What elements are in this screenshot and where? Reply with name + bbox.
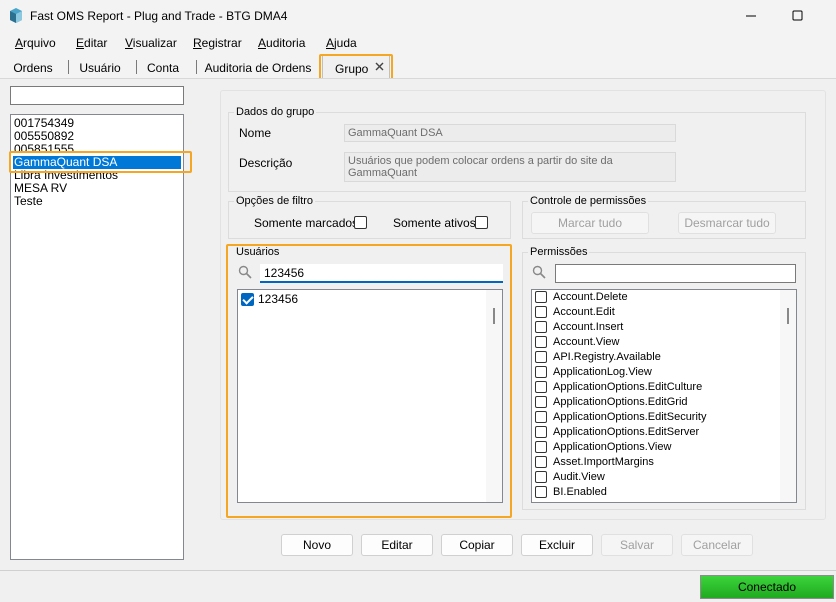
permission-checkbox[interactable] bbox=[535, 441, 547, 453]
search-icon bbox=[238, 265, 252, 279]
menu-registrar[interactable]: Registrar bbox=[193, 36, 242, 50]
descricao-label: Descrição bbox=[239, 156, 293, 170]
permission-checkbox[interactable] bbox=[535, 426, 547, 438]
tab-auditoria-de-ordens[interactable]: Auditoria de Ordens bbox=[198, 54, 318, 78]
copiar-button[interactable]: Copiar bbox=[441, 534, 513, 556]
scroll-thumb[interactable] bbox=[493, 308, 495, 324]
nome-field: GammaQuant DSA bbox=[344, 124, 676, 142]
excluir-button[interactable]: Excluir bbox=[521, 534, 593, 556]
close-tab-icon[interactable] bbox=[375, 62, 384, 71]
usuarios-search-input[interactable] bbox=[260, 264, 503, 283]
maximize-icon bbox=[792, 10, 803, 21]
marcar-tudo-button[interactable]: Marcar tudo bbox=[531, 212, 649, 234]
somente-ativos-checkbox[interactable] bbox=[475, 216, 488, 229]
permission-checkbox[interactable] bbox=[535, 351, 547, 363]
menu-bar: Arquivo Editar Visualizar Registrar Audi… bbox=[0, 32, 836, 54]
minimize-icon bbox=[746, 15, 756, 17]
usuario-label: 123456 bbox=[258, 292, 299, 306]
usuario-checkbox[interactable] bbox=[241, 293, 254, 306]
somente-marcados-label: Somente marcados bbox=[254, 216, 359, 230]
usuarios-scrollbar[interactable] bbox=[486, 290, 502, 502]
title-bar: Fast OMS Report - Plug and Trade - BTG D… bbox=[0, 0, 836, 32]
editar-button[interactable]: Editar bbox=[361, 534, 433, 556]
permission-checkbox[interactable] bbox=[535, 471, 547, 483]
permissoes-list[interactable]: Account.Delete Account.Edit Account.Inse… bbox=[531, 289, 797, 503]
permission-checkbox[interactable] bbox=[535, 336, 547, 348]
permissoes-search-input[interactable] bbox=[555, 264, 796, 283]
tab-usuario[interactable]: Usuário bbox=[70, 54, 130, 78]
tab-separator bbox=[68, 60, 69, 74]
permissoes-legend: Permissões bbox=[528, 246, 590, 258]
permission-checkbox[interactable] bbox=[535, 381, 547, 393]
somente-marcados-checkbox[interactable] bbox=[354, 216, 367, 229]
group-list[interactable]: 001754349 005550892 005851555 GammaQuant… bbox=[10, 114, 184, 560]
permission-checkbox[interactable] bbox=[535, 456, 547, 468]
window-title: Fast OMS Report - Plug and Trade - BTG D… bbox=[30, 9, 288, 23]
search-icon bbox=[532, 265, 546, 279]
cancelar-button[interactable]: Cancelar bbox=[681, 534, 753, 556]
menu-arquivo[interactable]: Arquivo bbox=[15, 36, 56, 50]
tab-separator bbox=[196, 60, 197, 74]
permission-checkbox[interactable] bbox=[535, 486, 547, 498]
permission-checkbox[interactable] bbox=[535, 291, 547, 303]
scroll-thumb[interactable] bbox=[787, 308, 789, 324]
status-bar: Conectado bbox=[0, 570, 836, 602]
tab-grupo-label: Grupo bbox=[335, 62, 369, 76]
nome-label: Nome bbox=[239, 126, 272, 140]
usuarios-legend: Usuários bbox=[234, 246, 282, 258]
tab-grupo[interactable]: Grupo bbox=[322, 54, 390, 78]
somente-ativos-label: Somente ativos bbox=[393, 216, 476, 230]
group-search-input[interactable] bbox=[10, 86, 184, 105]
desmarcar-tudo-button[interactable]: Desmarcar tudo bbox=[678, 212, 776, 234]
filtro-legend: Opções de filtro bbox=[234, 195, 316, 207]
permissoes-scrollbar[interactable] bbox=[780, 290, 796, 502]
novo-button[interactable]: Novo bbox=[281, 534, 353, 556]
menu-editar[interactable]: Editar bbox=[76, 36, 107, 50]
tab-separator bbox=[136, 60, 137, 74]
app-icon bbox=[10, 8, 22, 23]
menu-ajuda[interactable]: Ajuda bbox=[326, 36, 357, 50]
tab-ordens[interactable]: Ordens bbox=[4, 54, 62, 78]
maximize-button[interactable] bbox=[782, 6, 812, 26]
menu-auditoria[interactable]: Auditoria bbox=[258, 36, 305, 50]
permission-checkbox[interactable] bbox=[535, 366, 547, 378]
minimize-button[interactable] bbox=[736, 6, 766, 26]
permission-checkbox[interactable] bbox=[535, 321, 547, 333]
permission-checkbox[interactable] bbox=[535, 411, 547, 423]
tab-bar: Ordens Usuário Conta Auditoria de Ordens… bbox=[0, 54, 836, 78]
controle-legend: Controle de permissões bbox=[528, 195, 649, 207]
connection-status-badge: Conectado bbox=[700, 575, 834, 599]
usuarios-list[interactable]: 123456 bbox=[237, 289, 503, 503]
dados-legend: Dados do grupo bbox=[234, 106, 317, 118]
permission-checkbox[interactable] bbox=[535, 396, 547, 408]
salvar-button[interactable]: Salvar bbox=[601, 534, 673, 556]
tab-conta[interactable]: Conta bbox=[138, 54, 188, 78]
permission-checkbox[interactable] bbox=[535, 306, 547, 318]
menu-visualizar[interactable]: Visualizar bbox=[125, 36, 177, 50]
list-item[interactable]: Teste bbox=[13, 195, 43, 208]
descricao-field: Usuários que podem colocar ordens a part… bbox=[344, 152, 676, 182]
